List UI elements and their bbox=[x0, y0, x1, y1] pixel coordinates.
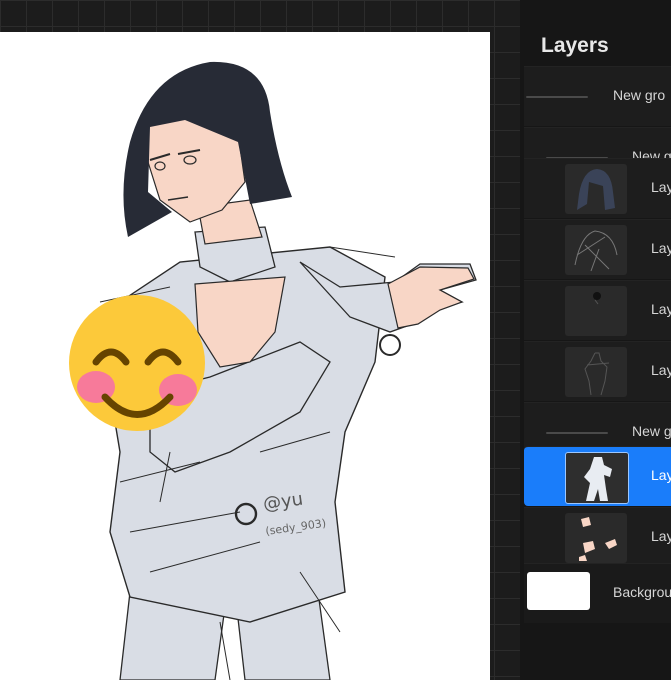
smiling-face-icon bbox=[69, 295, 205, 431]
layer-label: New gro bbox=[613, 87, 666, 103]
layer-label: Lay bbox=[651, 301, 671, 317]
silhouette-thumbnail-icon bbox=[565, 452, 629, 504]
layer-label: Backgrou bbox=[613, 584, 671, 600]
layer-label: New g bbox=[632, 423, 671, 439]
layer-label: Lay bbox=[651, 528, 671, 544]
layer-row[interactable]: Lay bbox=[524, 219, 671, 279]
hair-thumbnail-icon bbox=[565, 164, 627, 214]
figure-sketch-thumbnail-icon bbox=[565, 347, 627, 397]
group-indicator bbox=[546, 432, 608, 434]
small-mark-thumbnail-icon bbox=[565, 286, 627, 336]
background-layer-row[interactable]: Backgrou bbox=[524, 563, 671, 623]
panel-title: Layers bbox=[541, 34, 609, 57]
sketch-thumbnail-icon bbox=[565, 225, 627, 275]
group-indicator bbox=[526, 96, 588, 98]
layer-label: Lay bbox=[651, 240, 671, 256]
background-color-swatch[interactable] bbox=[527, 572, 590, 610]
layer-row[interactable]: Lay bbox=[524, 158, 671, 218]
layer-row[interactable]: Lay bbox=[524, 341, 671, 401]
layer-row[interactable]: Lay bbox=[524, 507, 671, 567]
layers-panel: Layers New gro New g Lay Lay Lay Lay New… bbox=[520, 0, 671, 680]
layer-label: Lay bbox=[651, 467, 671, 483]
layer-row-selected[interactable]: Lay bbox=[524, 446, 671, 506]
drawing-canvas[interactable]: @yu (sedy_903) bbox=[0, 32, 490, 680]
layer-group-row[interactable]: New gro bbox=[524, 66, 671, 126]
skin-patches-thumbnail-icon bbox=[565, 513, 627, 563]
artwork: @yu (sedy_903) bbox=[69, 61, 477, 680]
layer-label: Lay bbox=[651, 362, 671, 378]
layer-label: Lay bbox=[651, 179, 671, 195]
layer-row[interactable]: Lay bbox=[524, 280, 671, 340]
